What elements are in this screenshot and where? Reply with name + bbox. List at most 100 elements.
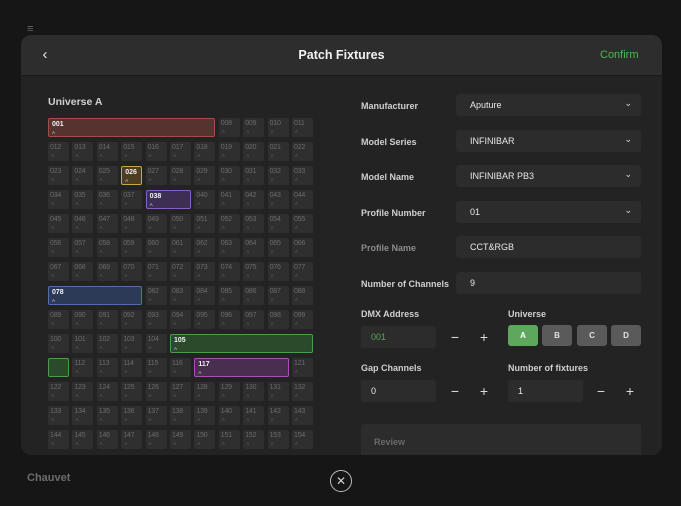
dmx-channel-cell[interactable]: 037 A bbox=[121, 190, 143, 209]
dmx-channel-cell[interactable]: 091 A bbox=[96, 310, 118, 329]
dmx-channel-cell[interactable]: 121 A bbox=[292, 358, 313, 377]
dmx-channel-cell[interactable]: 025 A bbox=[96, 166, 118, 185]
dmx-channel-cell[interactable]: 019 A bbox=[218, 142, 240, 161]
dmx-channel-cell[interactable]: 138 A bbox=[170, 406, 191, 425]
dmx-channel-cell[interactable]: 044 A bbox=[292, 190, 313, 209]
dmx-channel-cell[interactable]: 123 A bbox=[72, 382, 94, 401]
dmx-channel-cell[interactable]: 018 A bbox=[194, 142, 216, 161]
dmx-channel-cell[interactable]: 152 A bbox=[243, 430, 265, 449]
dmx-channel-cell[interactable]: 059 A bbox=[121, 238, 143, 257]
dmx-channel-cell[interactable]: 104 A bbox=[145, 334, 167, 353]
dmx-channel-cell[interactable]: 100 A bbox=[48, 334, 69, 353]
dmx-channel-cell[interactable]: 051 A bbox=[194, 214, 216, 233]
dmx-channel-cell[interactable]: 033 A bbox=[292, 166, 313, 185]
patched-fixture-block[interactable]: 117 A bbox=[194, 358, 289, 377]
dmx-channel-cell[interactable]: 027 A bbox=[145, 166, 167, 185]
patched-fixture-block[interactable]: 001 A bbox=[48, 118, 216, 137]
dmx-channel-cell[interactable]: 092 A bbox=[121, 310, 143, 329]
dmx-channel-cell[interactable]: 129 A bbox=[218, 382, 240, 401]
dmx-channel-cell[interactable]: 149 A bbox=[170, 430, 191, 449]
dmx-channel-cell[interactable]: 042 A bbox=[243, 190, 265, 209]
dmx-channel-cell[interactable]: 010 A bbox=[267, 118, 289, 137]
dmx-channel-cell[interactable]: 021 A bbox=[267, 142, 289, 161]
dmx-channel-cell[interactable]: 074 A bbox=[218, 262, 240, 281]
dmx-channel-cell[interactable]: 137 A bbox=[145, 406, 167, 425]
dmx-channel-cell[interactable]: 098 A bbox=[267, 310, 289, 329]
model-series-select[interactable]: INFINIBAR ⌄ bbox=[456, 130, 641, 152]
dmx-channel-cell[interactable]: 076 A bbox=[267, 262, 289, 281]
dmx-channel-cell[interactable]: 143 A bbox=[292, 406, 313, 425]
dmx-channel-cell[interactable]: 113 A bbox=[96, 358, 118, 377]
dmx-channel-cell[interactable]: 055 A bbox=[292, 214, 313, 233]
dmx-channel-cell[interactable]: 014 A bbox=[96, 142, 118, 161]
dmx-channel-cell[interactable]: 049 A bbox=[145, 214, 167, 233]
dmx-channel-cell[interactable]: 012 A bbox=[48, 142, 69, 161]
dmx-channel-cell[interactable]: 088 A bbox=[292, 286, 313, 305]
dmx-channel-cell[interactable]: 135 A bbox=[96, 406, 118, 425]
dmx-minus-button[interactable]: − bbox=[445, 326, 465, 348]
gap-minus-button[interactable]: − bbox=[445, 380, 465, 402]
dmx-channel-cell[interactable]: 064 A bbox=[243, 238, 265, 257]
universe-d-button[interactable]: D bbox=[611, 325, 641, 346]
dmx-channel-cell[interactable]: 034 A bbox=[48, 190, 69, 209]
dmx-channel-cell[interactable]: 067 A bbox=[48, 262, 69, 281]
dmx-channel-cell[interactable]: 022 A bbox=[292, 142, 313, 161]
dmx-channel-cell[interactable]: 048 A bbox=[121, 214, 143, 233]
patched-fixture-block[interactable]: 105 A bbox=[170, 334, 313, 353]
dmx-channel-cell[interactable]: 125 A bbox=[121, 382, 143, 401]
dmx-channel-cell[interactable]: 041 A bbox=[218, 190, 240, 209]
dmx-channel-cell[interactable]: 090 A bbox=[72, 310, 94, 329]
dmx-channel-cell[interactable]: 036 A bbox=[96, 190, 118, 209]
dmx-channel-cell[interactable]: 096 A bbox=[218, 310, 240, 329]
dmx-channel-cell[interactable]: 140 A bbox=[218, 406, 240, 425]
dmx-channel-cell[interactable]: 102 A bbox=[96, 334, 118, 353]
dmx-channel-cell[interactable]: 148 A bbox=[145, 430, 167, 449]
dmx-channel-cell[interactable]: 011 A bbox=[292, 118, 313, 137]
dmx-channel-cell[interactable]: 095 A bbox=[194, 310, 216, 329]
dmx-channel-cell[interactable]: 116 A bbox=[170, 358, 191, 377]
dmx-channel-cell[interactable]: 030 A bbox=[218, 166, 240, 185]
dmx-channel-cell[interactable]: 133 A bbox=[48, 406, 69, 425]
dmx-channel-cell[interactable]: 040 A bbox=[194, 190, 216, 209]
dmx-channel-cell[interactable]: 154 A bbox=[292, 430, 313, 449]
dmx-channel-cell[interactable]: 052 A bbox=[218, 214, 240, 233]
dmx-channel-cell[interactable]: 077 A bbox=[292, 262, 313, 281]
dmx-channel-cell[interactable]: 093 A bbox=[145, 310, 167, 329]
dmx-channel-cell[interactable]: 082 A bbox=[145, 286, 167, 305]
dmx-channel-cell[interactable]: 016 A bbox=[145, 142, 167, 161]
dmx-channel-cell[interactable]: 050 A bbox=[170, 214, 191, 233]
dmx-channel-cell[interactable]: 066 A bbox=[292, 238, 313, 257]
manufacturer-select[interactable]: Aputure ⌄ bbox=[456, 94, 641, 116]
universe-b-button[interactable]: B bbox=[542, 325, 572, 346]
dmx-channel-cell[interactable]: 144 A bbox=[48, 430, 69, 449]
dmx-channel-cell[interactable]: 150 A bbox=[194, 430, 216, 449]
dmx-channel-cell[interactable]: 128 A bbox=[194, 382, 216, 401]
dmx-channel-cell[interactable]: 057 A bbox=[72, 238, 94, 257]
dmx-channel-cell[interactable]: 045 A bbox=[48, 214, 69, 233]
dmx-channel-cell[interactable]: 069 A bbox=[96, 262, 118, 281]
dmx-channel-cell[interactable]: 032 A bbox=[267, 166, 289, 185]
dmx-channel-cell[interactable]: 075 A bbox=[243, 262, 265, 281]
dmx-channel-cell[interactable]: 035 A bbox=[72, 190, 94, 209]
dmx-channel-cell[interactable]: 056 A bbox=[48, 238, 69, 257]
dmx-channel-cell[interactable]: 114 A bbox=[121, 358, 143, 377]
dmx-channel-cell[interactable]: 094 A bbox=[170, 310, 191, 329]
dmx-channel-cell[interactable]: 054 A bbox=[267, 214, 289, 233]
dmx-channel-cell[interactable]: 122 A bbox=[48, 382, 69, 401]
dmx-channel-cell[interactable]: 097 A bbox=[243, 310, 265, 329]
universe-c-button[interactable]: C bbox=[577, 325, 607, 346]
profile-number-select[interactable]: 01 ⌄ bbox=[456, 201, 641, 223]
dmx-channel-cell[interactable]: 008 A bbox=[218, 118, 240, 137]
dmx-channel-cell[interactable]: 009 A bbox=[243, 118, 265, 137]
dmx-channel-cell[interactable]: 068 A bbox=[72, 262, 94, 281]
gap-channels-input[interactable]: 0 bbox=[361, 380, 436, 402]
hamburger-menu-icon[interactable]: ≡ bbox=[27, 24, 37, 35]
dmx-channel-cell[interactable]: 017 A bbox=[170, 142, 191, 161]
dmx-channel-cell[interactable]: 087 A bbox=[267, 286, 289, 305]
dmx-channel-cell[interactable]: 151 A bbox=[218, 430, 240, 449]
dmx-channel-cell[interactable]: 141 A bbox=[243, 406, 265, 425]
dmx-channel-cell[interactable]: 047 A bbox=[96, 214, 118, 233]
dmx-channel-cell[interactable]: 084 A bbox=[194, 286, 216, 305]
dmx-channel-cell[interactable]: 115 A bbox=[145, 358, 167, 377]
dmx-channel-cell[interactable]: 024 A bbox=[72, 166, 94, 185]
